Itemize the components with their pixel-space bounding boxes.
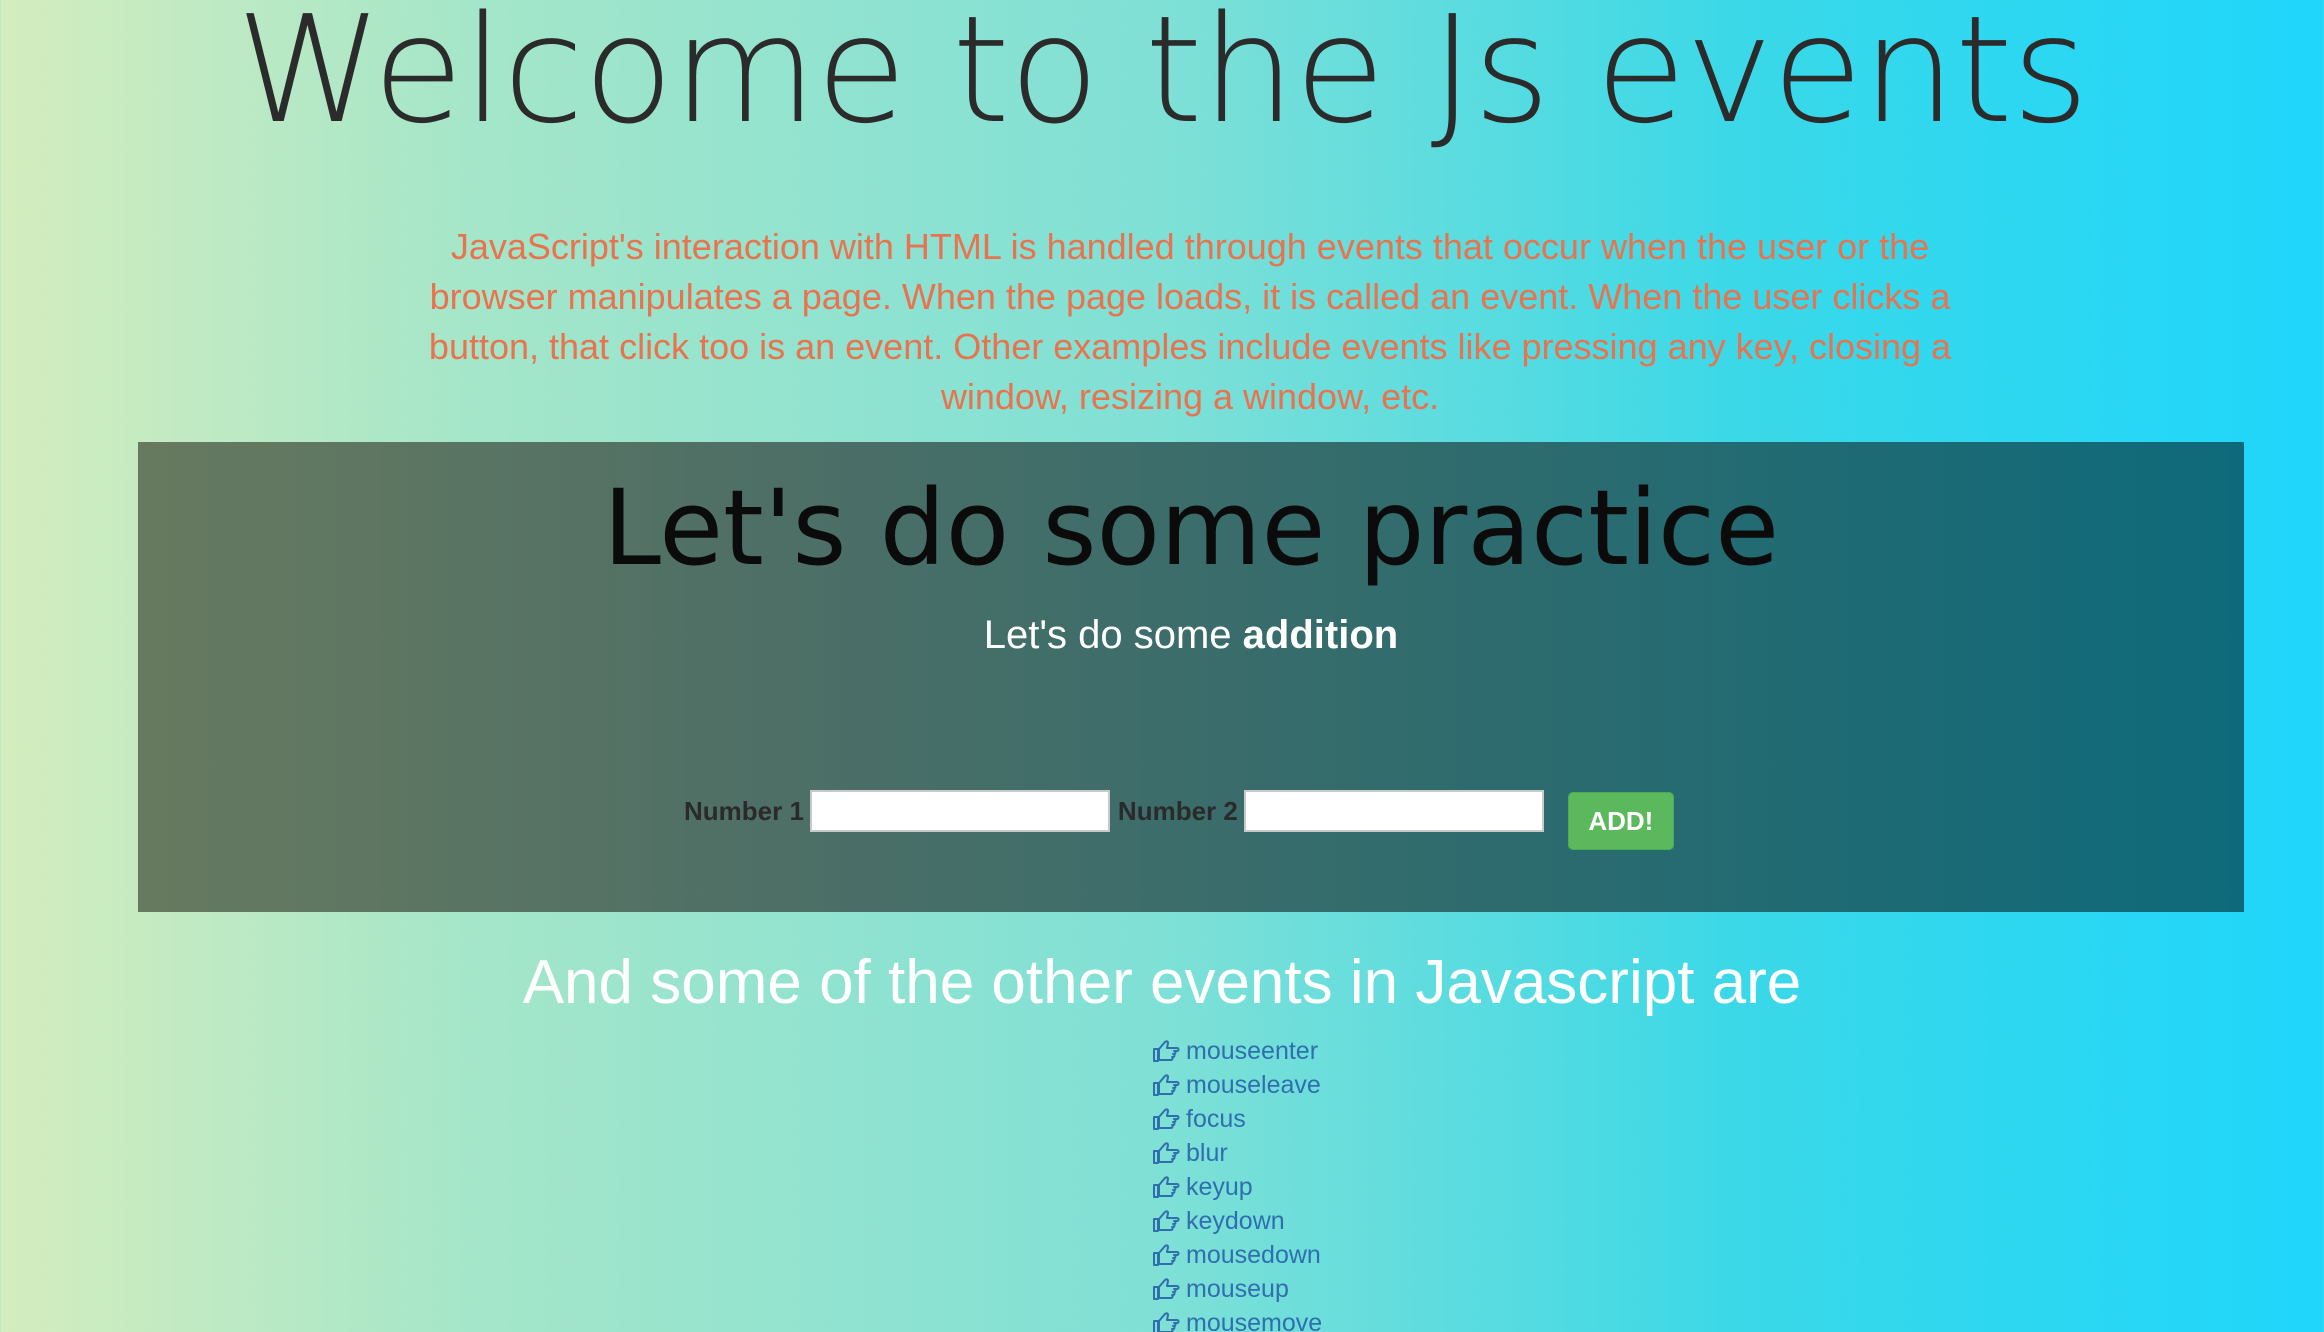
hand-point-right-icon: [1152, 1208, 1180, 1234]
hand-point-right-icon: [1152, 1038, 1180, 1064]
number2-label: Number 2: [1117, 795, 1238, 826]
event-link-mouseup[interactable]: mouseup: [1186, 1275, 1289, 1304]
hand-point-right-icon: [1152, 1310, 1180, 1332]
number1-label: Number 1: [684, 795, 804, 826]
event-link-mousemove[interactable]: mousemove: [1186, 1309, 1322, 1332]
event-link-mouseleave[interactable]: mouseleave: [1186, 1071, 1321, 1100]
event-list-item: mousemove: [1152, 1306, 1322, 1332]
hand-point-right-icon: [1152, 1106, 1180, 1132]
event-link-keydown[interactable]: keydown: [1186, 1207, 1285, 1236]
practice-subtitle-bold: addition: [1242, 613, 1399, 657]
event-list-item: focus: [1152, 1102, 1322, 1136]
event-link-blur[interactable]: blur: [1186, 1139, 1228, 1168]
hand-point-right-icon: [1152, 1242, 1180, 1268]
event-link-mouseenter[interactable]: mouseenter: [1186, 1037, 1318, 1066]
hand-point-right-icon: [1152, 1174, 1180, 1200]
event-list-item: mouseleave: [1152, 1068, 1322, 1102]
event-link-keyup[interactable]: keyup: [1186, 1173, 1253, 1202]
event-list-item: mouseenter: [1152, 1034, 1322, 1068]
practice-subtitle: Let's do some addition: [138, 610, 2244, 660]
event-list-item: blur: [1152, 1136, 1322, 1170]
event-link-focus[interactable]: focus: [1186, 1105, 1246, 1134]
practice-title: Let's do some practice: [602, 467, 1780, 589]
event-link-mousedown[interactable]: mousedown: [1186, 1241, 1321, 1270]
event-list-item: mousedown: [1152, 1238, 1322, 1272]
events-list: mouseenter mouseleave focus blur keyup keydow…: [1152, 1034, 1322, 1332]
events-heading: And some of the other events in Javascri…: [522, 948, 1802, 1017]
event-list-item: keydown: [1152, 1204, 1322, 1238]
add-button[interactable]: ADD!: [1567, 792, 1674, 850]
event-list-item: keyup: [1152, 1170, 1322, 1204]
page-title: Welcome to the Js events: [235, 0, 2089, 156]
event-list-item: mouseup: [1152, 1272, 1322, 1306]
number1-input[interactable]: [809, 790, 1110, 832]
number2-input[interactable]: [1243, 790, 1544, 832]
intro-paragraph: JavaScript's interaction with HTML is ha…: [428, 226, 1952, 417]
practice-panel: Let's do some practice Let's do some add…: [138, 442, 2244, 912]
practice-subtitle-text: Let's do some: [983, 613, 1243, 657]
addition-form: Number 1 Number 2 ADD!: [684, 778, 1674, 850]
hand-point-right-icon: [1152, 1072, 1180, 1098]
hand-point-right-icon: [1152, 1276, 1180, 1302]
hand-point-right-icon: [1152, 1140, 1180, 1166]
